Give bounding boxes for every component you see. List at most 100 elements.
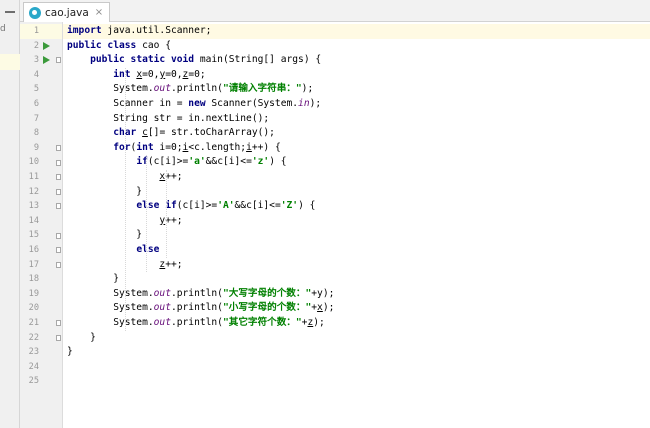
- code-text: import java.util.Scanner;: [67, 24, 211, 39]
- fold-marker-icon[interactable]: [56, 145, 61, 152]
- fold-marker-icon[interactable]: [56, 334, 61, 341]
- code-token: ++) {: [251, 141, 281, 153]
- gutter-row: 9: [20, 141, 62, 156]
- code-text: for(int i=0;i<c.length;i++) {: [67, 141, 281, 156]
- editor-gutter[interactable]: 1 2 3 4 5 6 7 8 9 10 11 12 13 14 15 16 17 18 19 20 21 22 23 24 2…: [20, 22, 63, 428]
- line-number: 8: [33, 128, 39, 139]
- gutter-row: 17: [20, 258, 62, 273]
- gutter-row: 5: [20, 82, 62, 97]
- gutter-row: 18: [20, 272, 62, 287]
- gutter-row: 14: [20, 214, 62, 229]
- code-token: 'A': [217, 200, 235, 212]
- code-line[interactable]: }: [63, 272, 650, 287]
- code-line[interactable]: else: [63, 243, 650, 258]
- fold-marker-icon[interactable]: [56, 320, 61, 327]
- code-text: if(c[i]>='a'&&c[i]<='z') {: [67, 155, 287, 170]
- code-text: System.out.println("请输入字符串：");: [67, 82, 313, 97]
- code-token: ) {: [269, 156, 287, 168]
- collapse-icon[interactable]: [5, 11, 15, 13]
- code-token: Scanner in =: [67, 98, 189, 109]
- java-class-icon: [29, 6, 41, 19]
- code-token: .println(: [170, 83, 223, 95]
- indent-guide: [166, 170, 168, 258]
- code-token: <c.length;: [188, 141, 247, 153]
- code-line[interactable]: System.out.println("请输入字符串：");: [63, 82, 650, 97]
- fold-marker-icon[interactable]: [56, 57, 61, 64]
- code-line[interactable]: }: [63, 228, 650, 243]
- code-text: }: [67, 345, 73, 360]
- code-token: 'Z': [280, 200, 299, 212]
- code-line[interactable]: }: [63, 331, 650, 346]
- code-token: );: [309, 98, 322, 109]
- code-line[interactable]: String str = in.nextLine();: [63, 112, 650, 127]
- line-number: 10: [28, 157, 39, 168]
- line-number: 11: [28, 172, 39, 182]
- code-line[interactable]: System.out.println("小写字母的个数："+x);: [63, 301, 650, 316]
- code-token: }: [67, 273, 119, 285]
- code-line[interactable]: z++;: [63, 258, 650, 273]
- code-token: +y);: [311, 287, 335, 299]
- code-token: .println(: [170, 287, 223, 299]
- code-text: System.out.println("其它字符个数："+z);: [67, 316, 325, 331]
- line-number: 22: [28, 332, 39, 343]
- code-token: System.: [67, 317, 154, 328]
- code-line[interactable]: else if(c[i]>='A'&&c[i]<='Z') {: [63, 199, 650, 214]
- code-token: .println(: [170, 302, 223, 314]
- code-token: );: [301, 83, 314, 95]
- fold-marker-icon[interactable]: [56, 232, 61, 239]
- code-line[interactable]: char c[]= str.toCharArray();: [63, 126, 650, 141]
- code-line[interactable]: int x=0,y=0,z=0;: [63, 68, 650, 83]
- code-line[interactable]: public class cao {: [63, 39, 650, 54]
- code-text: System.out.println("大写字母的个数："+y);: [67, 287, 334, 302]
- code-line[interactable]: }: [63, 345, 650, 360]
- line-number: 21: [28, 318, 39, 328]
- line-number: 4: [33, 69, 39, 80]
- line-number: 5: [33, 84, 39, 95]
- code-line[interactable]: y++;: [63, 214, 650, 229]
- code-line[interactable]: import java.util.Scanner;: [63, 24, 650, 39]
- line-number: 25: [28, 376, 39, 387]
- tab-cao-java[interactable]: cao.java ×: [23, 2, 111, 22]
- line-number: 23: [28, 347, 39, 358]
- code-line[interactable]: }: [63, 185, 650, 200]
- code-line[interactable]: Scanner in = new Scanner(System.in);: [63, 97, 650, 112]
- code-token: ++;: [165, 258, 183, 270]
- code-editor[interactable]: import java.util.Scanner; public class ca…: [63, 22, 650, 428]
- run-icon[interactable]: [43, 41, 50, 50]
- code-token: "大写字母的个数：": [222, 287, 312, 299]
- line-number: 16: [28, 245, 39, 255]
- code-text: System.out.println("小写字母的个数："+x);: [67, 301, 334, 316]
- code-token: String str = in.nextLine();: [67, 112, 270, 124]
- code-line[interactable]: System.out.println("大写字母的个数："+y);: [63, 287, 650, 302]
- code-token: import: [67, 25, 102, 36]
- code-line[interactable]: [63, 374, 650, 389]
- fold-marker-icon[interactable]: [56, 159, 61, 166]
- line-number: 9: [33, 142, 39, 153]
- fold-marker-icon[interactable]: [56, 261, 61, 268]
- code-line[interactable]: [63, 360, 650, 375]
- code-text: String str = in.nextLine();: [67, 112, 269, 127]
- code-text: int x=0,y=0,z=0;: [67, 68, 205, 83]
- gutter-row: 6: [20, 97, 62, 112]
- code-token: "请输入字符串：": [222, 83, 302, 95]
- fold-marker-icon[interactable]: [56, 174, 61, 181]
- code-line[interactable]: x++;: [63, 170, 650, 185]
- fold-marker-icon[interactable]: [56, 247, 61, 254]
- code-token: System.: [67, 83, 154, 95]
- code-line[interactable]: public static void main(String[] args) {: [63, 53, 650, 68]
- code-line[interactable]: if(c[i]>='a'&&c[i]<='z') {: [63, 155, 650, 170]
- close-icon[interactable]: ×: [95, 7, 103, 18]
- code-token: =0,: [142, 68, 160, 80]
- gutter-row: 21: [20, 316, 62, 331]
- code-line[interactable]: System.out.println("其它字符个数："+z);: [63, 316, 650, 331]
- fold-marker-icon[interactable]: [56, 203, 61, 210]
- code-text: public class cao {: [67, 39, 171, 54]
- gutter-row: 7: [20, 112, 62, 127]
- code-token: public static void: [90, 54, 195, 66]
- code-text: }: [67, 272, 119, 287]
- fold-marker-icon[interactable]: [56, 188, 61, 195]
- run-icon[interactable]: [43, 56, 50, 65]
- code-line[interactable]: for(int i=0;i<c.length;i++) {: [63, 141, 650, 156]
